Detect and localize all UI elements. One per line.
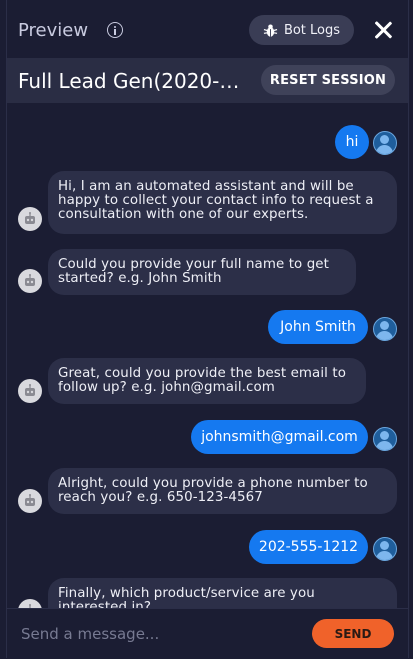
- bot-message-bubble: Finally, which product/service are you i…: [48, 578, 397, 608]
- message-input[interactable]: [19, 620, 293, 648]
- user-avatar-icon: [373, 317, 397, 341]
- user-avatar-icon: [373, 131, 397, 155]
- send-button[interactable]: SEND: [312, 619, 394, 648]
- preview-title: Preview: [18, 20, 88, 41]
- user-message-bubble: hi: [335, 125, 369, 159]
- flow-name: Full Lead Gen(2020-…: [18, 69, 243, 93]
- bot-message-bubble: Hi, I am an automated assistant and will…: [48, 171, 397, 234]
- bug-icon: [263, 23, 278, 38]
- bot-message-bubble: Could you provide your full name to get …: [48, 249, 356, 295]
- user-message-bubble: 202-555-1212: [249, 530, 368, 564]
- preview-topbar: Preview Bot Logs: [7, 0, 408, 58]
- message-list[interactable]: hi Hi, I am an automated assistant and w…: [7, 103, 408, 608]
- user-message-bubble: John Smith: [268, 310, 368, 344]
- bot-message-bubble: Alright, could you provide a phone numbe…: [48, 468, 397, 514]
- reset-session-button[interactable]: RESET SESSION: [261, 65, 395, 95]
- bot-avatar-icon: [18, 379, 42, 403]
- bot-avatar-icon: [18, 599, 42, 608]
- info-icon[interactable]: [107, 22, 123, 38]
- user-message-bubble: johnsmith@gmail.com: [191, 420, 368, 454]
- user-avatar-icon: [373, 427, 397, 451]
- close-icon[interactable]: [373, 20, 393, 40]
- user-avatar-icon: [373, 537, 397, 561]
- session-header: Full Lead Gen(2020-… RESET SESSION: [7, 58, 408, 103]
- bot-logs-label: Bot Logs: [284, 23, 340, 38]
- bot-avatar-icon: [18, 207, 42, 231]
- message-composer: SEND: [7, 608, 408, 659]
- bot-avatar-icon: [18, 269, 42, 293]
- chat-preview-panel: Preview Bot Logs Full Lead Gen(2020-… RE…: [6, 0, 409, 658]
- bot-avatar-icon: [18, 489, 42, 513]
- bot-message-bubble: Great, could you provide the best email …: [48, 358, 366, 404]
- bot-logs-button[interactable]: Bot Logs: [249, 15, 354, 45]
